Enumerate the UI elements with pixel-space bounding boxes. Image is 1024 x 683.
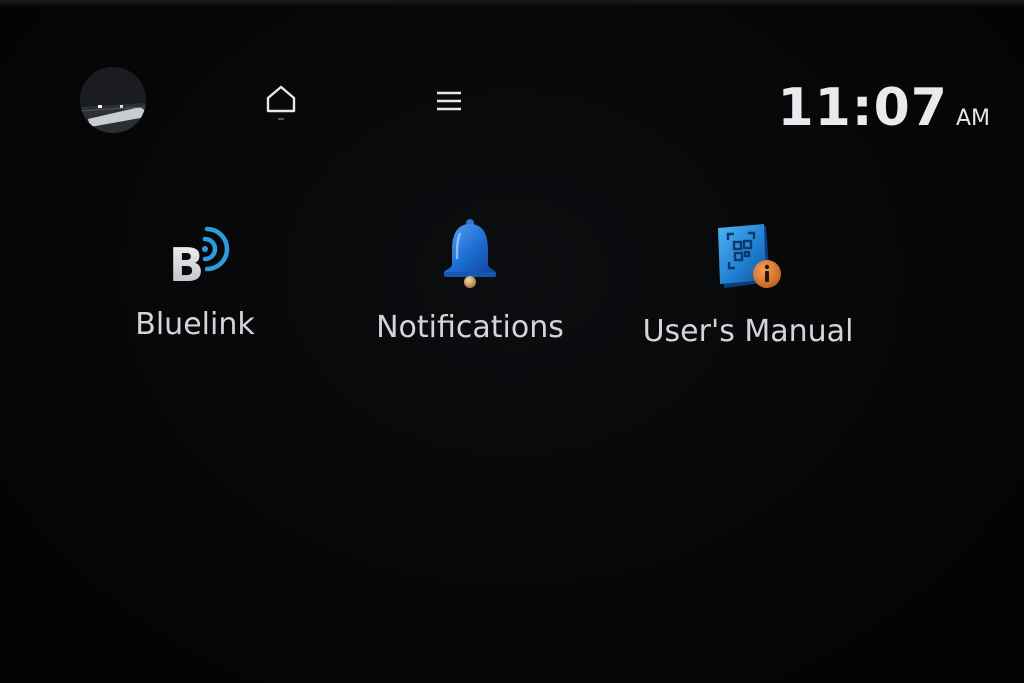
clock-time: 11:07: [777, 78, 948, 138]
home-button[interactable]: [258, 80, 304, 124]
app-label-notifications: Notifications: [376, 310, 564, 345]
bluelink-icon: B: [155, 217, 235, 297]
app-tile-users-manual[interactable]: User's Manual: [628, 212, 868, 362]
infotainment-screen: 11:07 AM B Bluelink Notifications User's…: [0, 0, 1024, 683]
bell-icon: [430, 214, 510, 294]
clock: 11:07 AM: [777, 78, 990, 142]
app-label-bluelink: Bluelink: [135, 307, 255, 342]
users-manual-icon: [708, 218, 788, 298]
menu-icon: [437, 91, 461, 111]
app-label-users-manual: User's Manual: [642, 314, 854, 349]
screen-bezel: [0, 0, 1024, 6]
app-tile-bluelink[interactable]: B Bluelink: [75, 212, 315, 362]
clock-ampm: AM: [955, 106, 990, 131]
home-icon: [266, 85, 296, 120]
profile-avatar-button[interactable]: [80, 67, 146, 133]
svg-text:B: B: [169, 238, 204, 292]
profile-photo-icon: [80, 67, 146, 133]
app-tile-notifications[interactable]: Notifications: [350, 212, 590, 362]
menu-button[interactable]: [426, 80, 472, 124]
